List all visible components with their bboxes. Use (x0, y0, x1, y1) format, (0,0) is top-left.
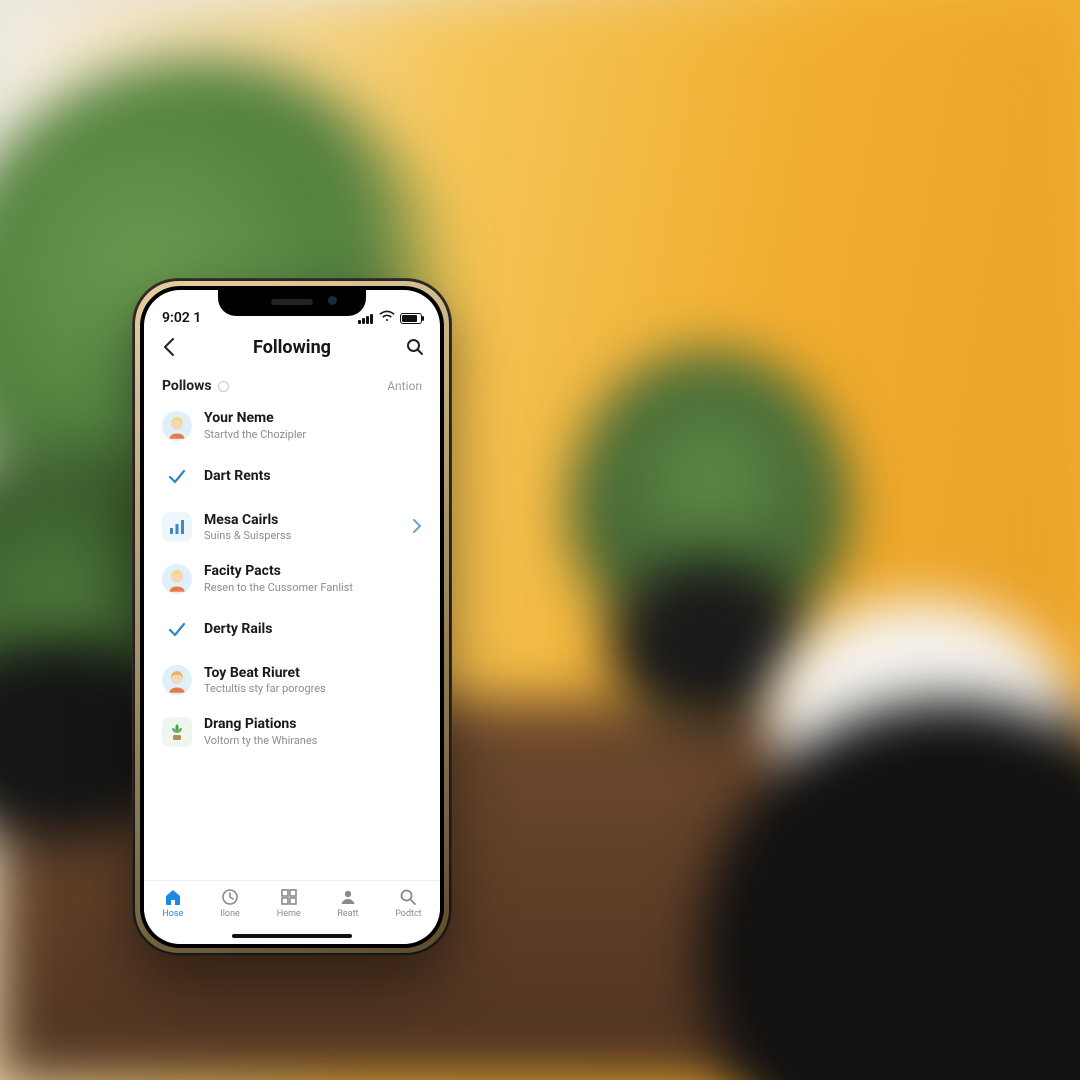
search-button[interactable] (404, 336, 426, 358)
avatar (162, 411, 192, 441)
list-item-text: Drang Piations Voltorn ty the Whiranes (204, 716, 422, 748)
section-title: Pollows (162, 378, 229, 394)
list-item-text: Toy Beat Riuret Tectultis sty far porogr… (204, 665, 422, 697)
list-item-subtitle: Voltorn ty the Whiranes (204, 734, 422, 748)
home-icon (163, 887, 183, 907)
tab-clock[interactable]: Ilone (220, 887, 240, 919)
tab-label: Hose (162, 909, 183, 919)
tab-person[interactable]: Reatt (337, 887, 358, 919)
tab-label: Podtct (395, 909, 421, 919)
phone-screen: 9:02 1 Following Pollows Ant (144, 290, 440, 944)
list-item-subtitle: Tectultis sty far porogres (204, 682, 422, 696)
list-item[interactable]: Drang Piations Voltorn ty the Whiranes (150, 706, 434, 758)
list-item[interactable]: Dart Rents (150, 452, 434, 502)
section-title-text: Pollows (162, 378, 212, 394)
avatar (162, 564, 192, 594)
list-item[interactable]: Derty Rails (150, 605, 434, 655)
section-header: Pollows Antion (144, 368, 440, 400)
tab-grid[interactable]: Heme (277, 887, 301, 919)
list-item[interactable]: Mesa Cairls Suins & Suisperss (150, 502, 434, 554)
list-item[interactable]: Facity Pacts Resen to the Cussomer Fanli… (150, 553, 434, 605)
gear-icon[interactable] (218, 381, 229, 392)
list-item[interactable]: Toy Beat Riuret Tectultis sty far porogr… (150, 655, 434, 707)
check-icon (162, 462, 192, 492)
plant-icon (162, 717, 192, 747)
clock-icon (220, 887, 240, 907)
page-title: Following (253, 337, 331, 358)
search-icon (406, 338, 424, 356)
list-item-name: Derty Rails (204, 621, 422, 638)
check-icon (162, 615, 192, 645)
list-item-text: Mesa Cairls Suins & Suisperss (204, 512, 400, 544)
list-item-text: Derty Rails (204, 621, 422, 638)
search-icon (398, 887, 418, 907)
tab-label: Heme (277, 909, 301, 919)
grid-icon (279, 887, 299, 907)
chevron-right-icon (412, 518, 422, 537)
list-item-subtitle: Startvd the Chozipler (204, 428, 422, 442)
chart-icon (162, 512, 192, 542)
list-item-name: Dart Rents (204, 468, 422, 485)
list-item-text: Dart Rents (204, 468, 422, 485)
list-item-text: Your Neme Startvd the Chozipler (204, 410, 422, 442)
home-indicator[interactable] (232, 934, 352, 938)
following-list[interactable]: Your Neme Startvd the Chozipler Dart Ren… (144, 400, 440, 880)
list-item-subtitle: Suins & Suisperss (204, 529, 400, 543)
person-icon (338, 887, 358, 907)
tab-label: Reatt (337, 909, 358, 919)
list-item-name: Your Neme (204, 410, 422, 427)
section-action[interactable]: Antion (387, 379, 422, 393)
battery-icon (400, 313, 422, 324)
list-item-text: Facity Pacts Resen to the Cussomer Fanli… (204, 563, 422, 595)
phone-frame: 9:02 1 Following Pollows Ant (132, 278, 452, 956)
tab-home[interactable]: Hose (162, 887, 183, 919)
list-item-name: Facity Pacts (204, 563, 422, 580)
list-item-name: Toy Beat Riuret (204, 665, 422, 682)
list-item[interactable]: Your Neme Startvd the Chozipler (150, 400, 434, 452)
chevron-left-icon (163, 338, 175, 356)
phone-notch (218, 290, 366, 316)
tab-search[interactable]: Podtct (395, 887, 421, 919)
list-item-name: Drang Piations (204, 716, 422, 733)
back-button[interactable] (158, 336, 180, 358)
nav-bar: Following (144, 328, 440, 368)
list-item-subtitle: Resen to the Cussomer Fanlist (204, 581, 422, 595)
status-indicators (358, 310, 422, 326)
status-time: 9:02 1 (162, 310, 201, 326)
wifi-icon (379, 310, 395, 326)
avatar (162, 665, 192, 695)
tab-label: Ilone (220, 909, 240, 919)
cellular-icon (358, 312, 374, 324)
list-item-name: Mesa Cairls (204, 512, 400, 529)
